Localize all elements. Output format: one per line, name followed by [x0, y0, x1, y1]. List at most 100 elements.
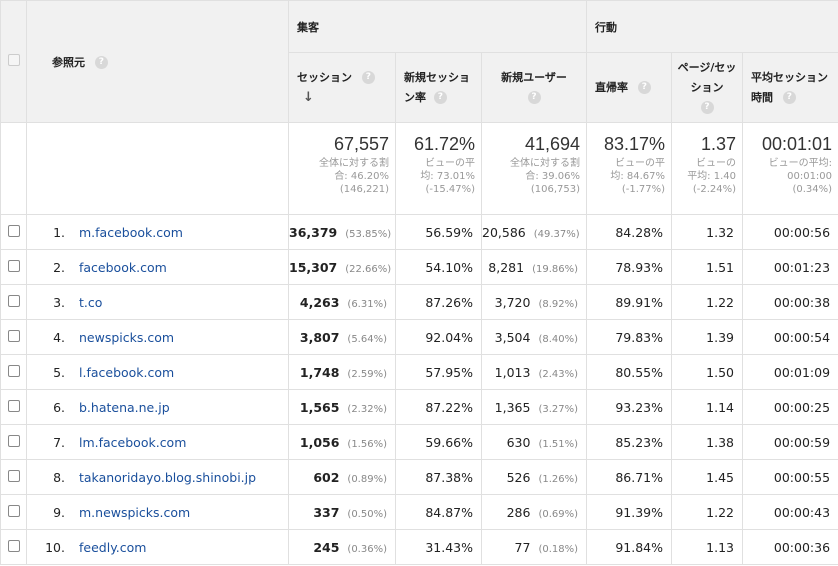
new-session-rate-header[interactable]: 新規セッション率 ?: [395, 52, 482, 123]
sessions-value: 245: [313, 539, 340, 555]
bounce-rate-cell: 89.91%: [586, 284, 673, 320]
help-icon[interactable]: ?: [94, 56, 108, 69]
source-link[interactable]: takanoridayo.blog.shinobi.jp: [79, 470, 256, 485]
new-users-cell: 3,720 (8.92%): [480, 284, 588, 320]
source-cell: 4. newspicks.com: [26, 319, 289, 355]
new-session-rate-cell: 87.22%: [395, 389, 482, 425]
sessions-percent: (0.50%): [347, 508, 387, 520]
summary-avg-duration: 00:01:01 ビューの平均: 00:01:00 (0.34%): [742, 122, 838, 215]
source-cell: 6. b.hatena.ne.jp: [26, 389, 289, 425]
new-users-value: 526: [506, 469, 531, 485]
summary-value: 83.17%: [603, 134, 666, 154]
help-icon[interactable]: ?: [433, 91, 447, 104]
source-link[interactable]: m.facebook.com: [79, 225, 183, 240]
summary-value: 00:01:01: [761, 134, 833, 154]
new-session-rate-cell: 31.43%: [395, 529, 482, 565]
avg-duration-cell: 00:00:38: [742, 284, 838, 320]
report-table: 参照元 ? 集客 行動 セッション ? ↓ 新規セッション率 ? 新規ユーザー …: [0, 0, 838, 565]
summary-note: 全体に対する割 合: 39.06% (106,753): [510, 158, 581, 195]
sessions-percent: (2.32%): [347, 403, 387, 415]
new-users-value: 8,281: [488, 259, 525, 275]
table-row: 1. m.facebook.com 36,379 (53.85%) 56.59% 2…: [0, 214, 838, 250]
new-users-header-label: 新規ユーザー: [501, 70, 567, 84]
row-select-cell[interactable]: [0, 529, 27, 565]
row-checkbox[interactable]: [7, 469, 20, 482]
help-icon[interactable]: ?: [361, 71, 375, 84]
row-checkbox[interactable]: [7, 504, 20, 517]
source-link[interactable]: lm.facebook.com: [79, 435, 186, 450]
row-checkbox[interactable]: [7, 364, 20, 377]
sessions-value: 4,263: [299, 294, 340, 310]
bounce-rate-header[interactable]: 直帰率 ?: [586, 52, 673, 123]
new-users-cell: 20,586 (49.37%): [480, 214, 588, 250]
row-select-cell[interactable]: [0, 249, 27, 285]
new-users-percent: (3.27%): [538, 403, 579, 415]
select-all-cell[interactable]: [0, 0, 27, 123]
sessions-cell: 337 (0.50%): [288, 494, 396, 530]
row-checkbox[interactable]: [7, 329, 20, 342]
sort-descending-icon[interactable]: ↓: [303, 90, 314, 105]
row-index: 7.: [53, 434, 65, 450]
source-link[interactable]: l.facebook.com: [79, 365, 174, 380]
summary-note: ビューの 平均: 1.40 (-2.24%): [687, 158, 737, 195]
sessions-cell: 4,263 (6.31%): [288, 284, 396, 320]
row-select-cell[interactable]: [0, 424, 27, 460]
sessions-header[interactable]: セッション ? ↓: [288, 52, 396, 123]
bounce-rate-cell: 78.93%: [586, 249, 673, 285]
row-select-cell[interactable]: [0, 354, 27, 390]
select-all-checkbox[interactable]: [7, 54, 20, 66]
help-icon[interactable]: ?: [782, 91, 796, 104]
row-select-cell[interactable]: [0, 459, 27, 495]
new-users-cell: 1,365 (3.27%): [480, 389, 588, 425]
source-link[interactable]: m.newspicks.com: [79, 505, 190, 520]
bounce-rate-cell: 79.83%: [586, 319, 673, 355]
row-select-cell[interactable]: [0, 284, 27, 320]
bounce-rate-cell: 80.55%: [586, 354, 673, 390]
row-select-cell[interactable]: [0, 319, 27, 355]
pages-per-session-cell: 1.22: [671, 494, 744, 530]
new-users-header[interactable]: 新規ユーザー ?: [480, 52, 588, 123]
pages-per-session-cell: 1.38: [671, 424, 744, 460]
sessions-cell: 602 (0.89%): [288, 459, 396, 495]
row-select-cell[interactable]: [0, 214, 27, 250]
row-select-cell[interactable]: [0, 389, 27, 425]
source-link[interactable]: newspicks.com: [79, 330, 174, 345]
pages-per-session-header[interactable]: ページ/セッション ?: [671, 52, 744, 123]
source-link[interactable]: feedly.com: [79, 540, 146, 555]
sessions-value: 1,565: [299, 399, 340, 415]
sessions-percent: (2.59%): [347, 368, 387, 380]
pages-per-session-cell: 1.39: [671, 319, 744, 355]
avg-duration-header[interactable]: 平均セッション時間 ?: [742, 52, 838, 123]
row-checkbox[interactable]: [7, 294, 20, 307]
summary-empty-cell: [26, 122, 289, 215]
row-checkbox[interactable]: [7, 224, 20, 237]
bounce-rate-cell: 85.23%: [586, 424, 673, 460]
table-row: 10. feedly.com 245 (0.36%) 31.43% 77 (0.18%…: [0, 529, 838, 565]
source-link[interactable]: b.hatena.ne.jp: [79, 400, 170, 415]
sessions-value: 337: [313, 504, 340, 520]
help-icon[interactable]: ?: [527, 91, 541, 104]
source-link[interactable]: facebook.com: [79, 260, 167, 275]
group-acquisition-header: 集客: [287, 0, 588, 53]
source-cell: 8. takanoridayo.blog.shinobi.jp: [26, 459, 289, 495]
row-checkbox[interactable]: [7, 399, 20, 412]
help-icon[interactable]: ?: [700, 101, 714, 114]
referrer-header[interactable]: 参照元 ?: [26, 0, 289, 123]
new-session-rate-cell: 57.95%: [395, 354, 482, 390]
avg-duration-cell: 00:00:25: [742, 389, 838, 425]
summary-value: 67,557: [333, 134, 389, 154]
sessions-value: 15,307: [289, 259, 338, 275]
avg-duration-cell: 00:00:55: [742, 459, 838, 495]
new-users-value: 286: [506, 504, 531, 520]
new-users-percent: (49.37%): [533, 228, 580, 240]
row-index: 4.: [53, 329, 65, 345]
help-icon[interactable]: ?: [637, 81, 651, 94]
row-select-cell[interactable]: [0, 494, 27, 530]
pages-per-session-cell: 1.13: [671, 529, 744, 565]
row-checkbox[interactable]: [7, 259, 20, 272]
row-checkbox[interactable]: [7, 434, 20, 447]
row-checkbox[interactable]: [7, 539, 20, 552]
source-link[interactable]: t.co: [79, 295, 102, 310]
new-users-cell: 8,281 (19.86%): [480, 249, 588, 285]
sessions-cell: 1,748 (2.59%): [288, 354, 396, 390]
